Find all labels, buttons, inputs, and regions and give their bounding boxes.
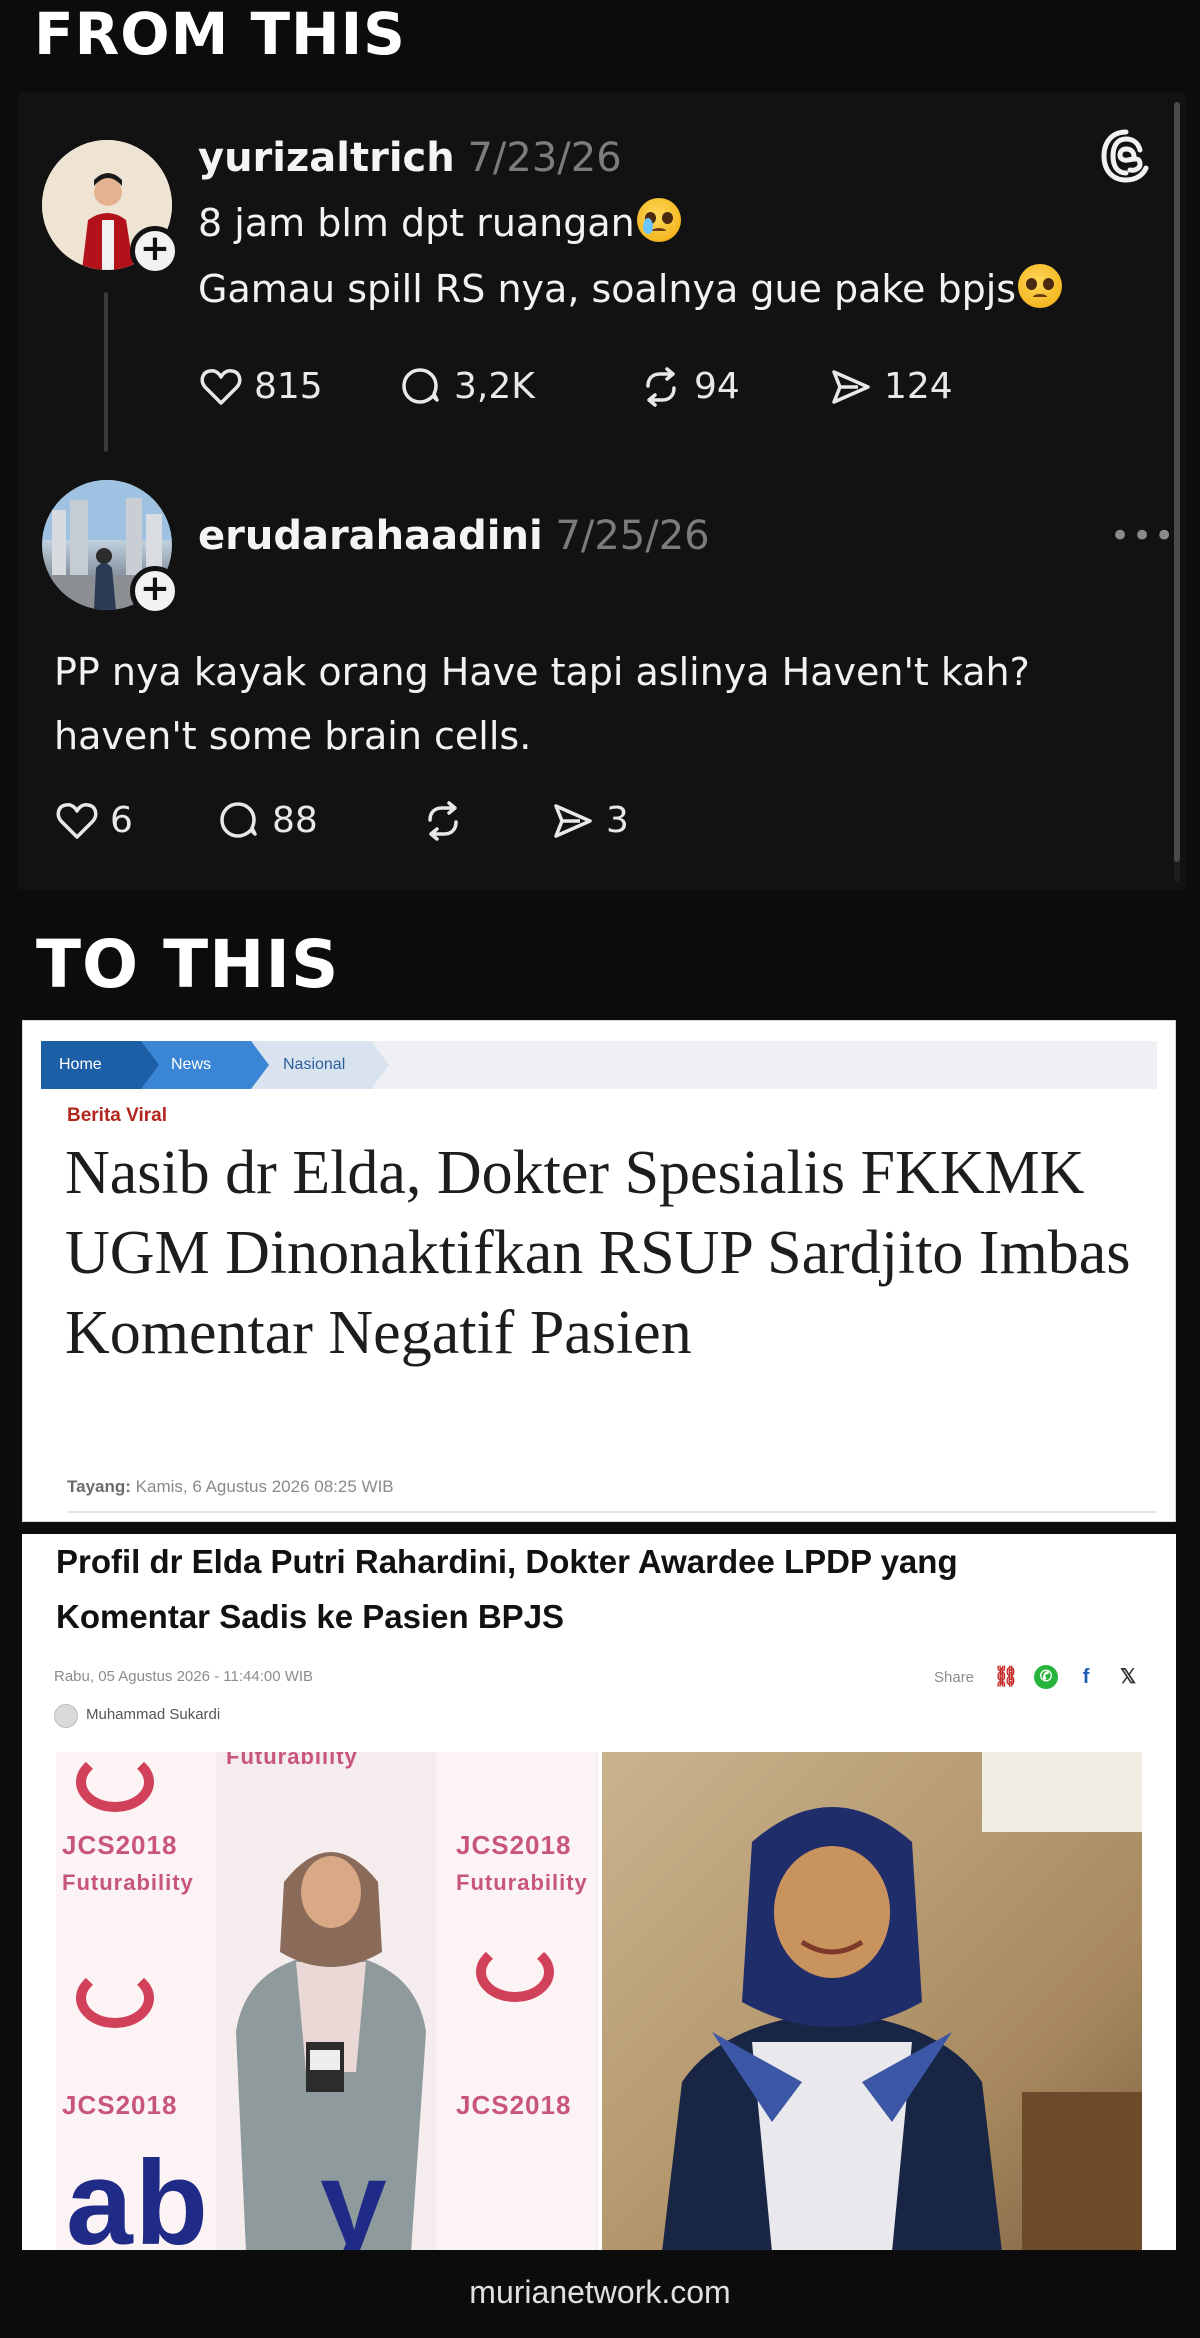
backdrop-text: Futurability bbox=[62, 1870, 194, 1895]
share-label: Share bbox=[934, 1668, 975, 1686]
send-icon bbox=[554, 804, 592, 838]
thread-connector-line bbox=[104, 292, 108, 452]
event-logo-icon bbox=[76, 1752, 154, 1812]
date-label: Tayang: bbox=[67, 1477, 131, 1496]
send-icon bbox=[832, 370, 870, 404]
backdrop-text: JCS2018 bbox=[62, 2090, 178, 2120]
backdrop-text: Futurability bbox=[226, 1752, 358, 1769]
event-logo-icon bbox=[476, 1942, 554, 2002]
to-this-banner: TO THIS bbox=[36, 926, 340, 1003]
heart-icon bbox=[200, 369, 242, 405]
reply-count: 3,2K bbox=[454, 366, 535, 407]
copy-link-icon[interactable]: ⛓ bbox=[992, 1663, 1020, 1691]
threads-screenshot: + yurizaltrich 7/23/26 8 jam blm dpt rua… bbox=[18, 92, 1186, 890]
breadcrumb-chevron-icon bbox=[371, 1041, 389, 1089]
post-actions: 6 88 3 bbox=[54, 798, 954, 846]
share-count: 124 bbox=[884, 366, 953, 407]
article-headline: Profil dr Elda Putri Rahardini, Dokter A… bbox=[56, 1543, 958, 1635]
post-date: 7/23/26 bbox=[467, 135, 622, 181]
news-article-screenshot-1: Home News Nasional Berita Viral Nasib dr… bbox=[22, 1020, 1176, 1522]
facebook-icon[interactable]: f bbox=[1072, 1663, 1100, 1691]
share-button[interactable]: 3 bbox=[550, 798, 629, 844]
post-text-line: haven't some brain cells. bbox=[54, 714, 532, 758]
backdrop-text: Futurability bbox=[456, 1870, 588, 1895]
like-button[interactable]: 6 bbox=[54, 798, 133, 844]
share-button[interactable]: 124 bbox=[828, 364, 953, 410]
post-date: 7/25/26 bbox=[555, 513, 710, 559]
breadcrumb: Home News Nasional bbox=[41, 1041, 1157, 1089]
furniture bbox=[1022, 2092, 1142, 2250]
comment-icon bbox=[220, 802, 257, 838]
backdrop-big-text: ab y bbox=[66, 2136, 389, 2250]
article-publish-date: Rabu, 05 Agustus 2026 - 11:44:00 WIB bbox=[54, 1668, 314, 1685]
x-twitter-icon[interactable]: 𝕏 bbox=[1114, 1663, 1142, 1691]
post-text-line: 8 jam blm dpt ruangan bbox=[198, 201, 635, 245]
person-figure bbox=[662, 1807, 1002, 2250]
article-photo-left: JCS2018 Futurability JCS2018 Futurabilit… bbox=[56, 1752, 598, 2250]
date-value: Kamis, 6 Agustus 2026 08:25 WIB bbox=[135, 1477, 394, 1496]
like-count: 6 bbox=[110, 800, 133, 841]
author-avatar-icon bbox=[54, 1704, 78, 1728]
post-text-line: Gamau spill RS nya, soalnya gue pake bpj… bbox=[198, 267, 1017, 311]
repost-icon bbox=[646, 367, 676, 407]
share-bar: Share ⛓ ✆ f 𝕏 bbox=[934, 1662, 1142, 1692]
like-button[interactable]: 815 bbox=[198, 364, 323, 410]
crying-face-emoji-icon bbox=[636, 198, 681, 242]
comment-icon bbox=[402, 368, 439, 404]
follow-plus-icon[interactable]: + bbox=[130, 566, 180, 616]
repost-icon bbox=[428, 801, 458, 841]
article-photo-right bbox=[602, 1752, 1142, 2250]
breadcrumb-chevron-icon bbox=[251, 1041, 269, 1089]
article-headline: Nasib dr Elda, Dokter Spesialis FKKMK UG… bbox=[65, 1139, 1131, 1367]
post-header: erudarahaadini 7/25/26 bbox=[198, 512, 710, 560]
article-author[interactable]: Muhammad Sukardi bbox=[86, 1706, 220, 1723]
scrollbar[interactable] bbox=[1174, 102, 1180, 882]
repost-count: 94 bbox=[694, 366, 740, 407]
watermark-footer: murianetwork.com bbox=[469, 2274, 731, 2310]
post-body: PP nya kayak orang Have tapi aslinya Hav… bbox=[54, 640, 1030, 768]
article-category[interactable]: Berita Viral bbox=[67, 1105, 167, 1127]
heart-icon bbox=[56, 803, 98, 839]
repost-button[interactable] bbox=[420, 798, 476, 844]
more-options-icon[interactable]: ••• bbox=[1110, 516, 1176, 556]
whatsapp-icon[interactable]: ✆ bbox=[1034, 1665, 1059, 1689]
pleading-face-emoji-icon bbox=[1018, 264, 1063, 308]
like-count: 815 bbox=[254, 366, 323, 407]
reply-count: 88 bbox=[272, 800, 318, 841]
breadcrumb-home[interactable]: Home bbox=[41, 1041, 141, 1089]
username-link[interactable]: erudarahaadini bbox=[198, 513, 543, 559]
backdrop-text: JCS2018 bbox=[62, 1830, 178, 1860]
divider bbox=[67, 1511, 1157, 1513]
share-count: 3 bbox=[606, 800, 629, 841]
from-this-banner: FROM THIS bbox=[34, 0, 406, 68]
username-link[interactable]: yurizaltrich bbox=[198, 135, 455, 181]
scrollbar-thumb[interactable] bbox=[1174, 102, 1180, 862]
post-actions: 815 3,2K 94 124 bbox=[198, 364, 1098, 412]
breadcrumb-chevron-icon bbox=[141, 1041, 159, 1089]
post-body: 8 jam blm dpt ruangan Gamau spill RS nya… bbox=[198, 190, 1063, 322]
backdrop-text: JCS2018 bbox=[456, 1830, 572, 1860]
news-article-screenshot-2: Profil dr Elda Putri Rahardini, Dokter A… bbox=[22, 1534, 1176, 2250]
follow-plus-icon[interactable]: + bbox=[130, 226, 180, 276]
event-logo-icon bbox=[76, 1968, 154, 2028]
backdrop-text: JCS2018 bbox=[456, 2090, 572, 2120]
breadcrumb-nasional[interactable]: Nasional bbox=[251, 1041, 371, 1089]
threads-logo-icon[interactable] bbox=[1096, 126, 1156, 186]
article-publish-date: Tayang: Kamis, 6 Agustus 2026 08:25 WIB bbox=[67, 1477, 394, 1497]
post-header: yurizaltrich 7/23/26 bbox=[198, 134, 622, 182]
repost-button[interactable]: 94 bbox=[638, 364, 740, 410]
reply-button[interactable]: 88 bbox=[216, 798, 318, 844]
reply-button[interactable]: 3,2K bbox=[398, 364, 535, 410]
post-text-line: PP nya kayak orang Have tapi aslinya Hav… bbox=[54, 650, 1030, 694]
